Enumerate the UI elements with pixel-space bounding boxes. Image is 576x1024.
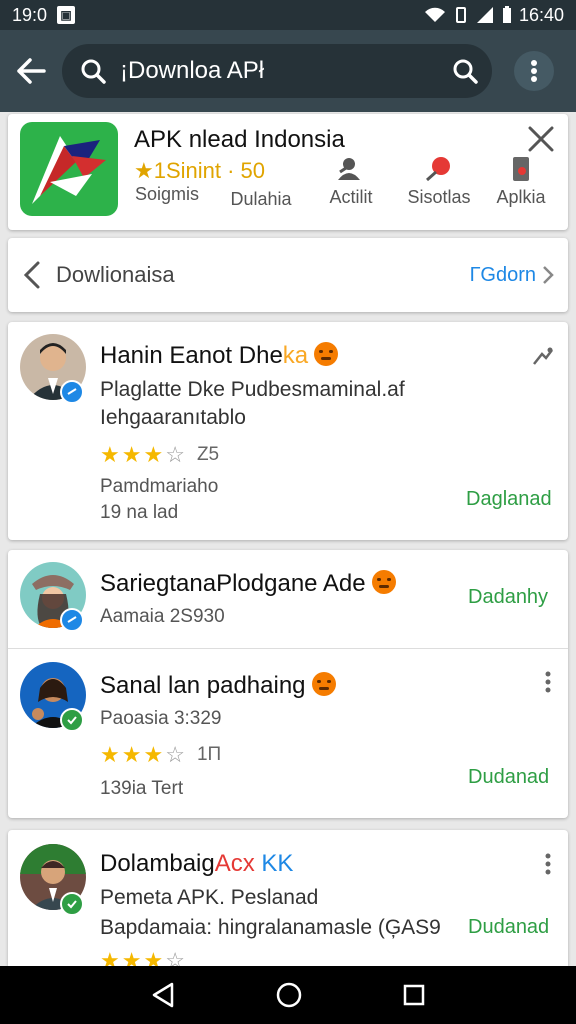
star-icon: ★ [143,948,164,966]
star-empty-icon: ☆ [165,742,185,767]
review-card[interactable]: DolambaigAcx KK Pemeta APK. Peslanad Bap… [8,830,568,966]
more-vert-icon[interactable] [536,670,560,694]
share-icon[interactable] [530,344,554,368]
stat-aplkia[interactable]: Aplkia [490,156,552,208]
angry-emoji-icon [371,570,396,594]
search-icon [81,59,106,84]
review-meta-1: Pamdmariaho [100,476,219,497]
check-badge-icon [60,892,84,916]
app-name: APK nlead Indonsia [134,126,345,153]
search-query-text[interactable]: ¡Downloa APł [120,57,452,85]
rating-value: 1П [196,744,222,765]
divider [8,648,568,649]
more-link-label: ГGdorn [469,263,536,286]
status-icons: 16:40 [423,5,564,26]
download-button[interactable]: Dadanhy [468,586,548,609]
app-header-card[interactable]: APK nlead Indonsia ★1Sinint · 50 Soigmis… [8,114,568,230]
star-icon: ★ [143,442,164,467]
reviewer-name: Hanin Eanot Dheka [100,342,339,370]
wifi-icon [424,7,445,22]
download-button[interactable]: Dudanad [468,916,549,939]
stat-label: Dulahia [230,189,292,209]
review-card[interactable]: SariegtanaPlodgane Ade Aamaia 2S930 Dada… [8,550,568,818]
check-badge-icon [60,708,84,732]
review-line-1: Pemeta APK. Peslanad [100,886,319,909]
star-rating: ★ ★ ★ ☆ 1П [100,742,221,768]
status-time: 19:0 [12,4,48,25]
more-apps-card[interactable]: Dowlionaisa ГGdorn [8,238,568,312]
vibrate-icon [455,7,466,23]
app-logo-icon [20,122,118,216]
stat-label: Aplkia [496,187,546,207]
signal-icon [476,7,493,23]
star-icon: ★ [121,742,142,767]
reviewer-name: Sanal lan padhaing [100,672,336,700]
star-icon: ★ [121,948,142,966]
download-button[interactable]: Daglanad [466,488,552,511]
phone-icon [513,157,529,181]
stat-label: Sisotlas [407,187,471,207]
reviewer-name: DolambaigAcx KK [100,850,294,877]
nav-back-icon[interactable] [150,981,176,1009]
pin-icon [426,157,450,182]
rating-value: Z5 [196,444,220,465]
star-empty-icon: ☆ [165,442,185,467]
back-arrow-icon [17,58,46,84]
review-meta-2: 19 na lad [100,502,179,523]
person-icon [338,158,360,180]
search-field[interactable]: ¡Downloa APł [62,44,492,98]
system-nav-bar [0,966,576,1024]
more-link[interactable]: ГGdorn [470,264,554,287]
star-icon: ★ [121,442,142,467]
more-vert-icon[interactable] [536,852,560,876]
review-sub: Paoasia 3:329 [100,708,222,729]
verified-icon [60,608,84,632]
star-rating: ★ ★ ★ ☆ [100,948,185,966]
battery-icon [502,6,511,23]
nav-recents-icon[interactable] [402,983,426,1007]
review-sub: Aamaia 2S930 [100,606,225,627]
review-line-2: Iehgaaranıtablo [100,406,246,429]
more-vert-icon [531,60,537,82]
shield-icon [261,156,262,182]
chevron-right-icon [543,266,554,284]
star-icon: ★ [100,742,120,767]
verified-icon [60,380,84,404]
angry-emoji-icon [314,342,339,366]
review-line-2: Bapdamaia: hingralanamasle (ĢAS9 [100,916,441,939]
app-stats: Soigmis Dulahia Actilit Sisotlas Aplkia [134,156,554,226]
back-button[interactable] [0,30,62,112]
star-icon: ★ [100,948,120,966]
review-line-1: Plaglatte Dke Pudbesmaminal.af [100,378,405,401]
stat-label: Actilit [329,187,373,207]
stat-label: Soigmis [134,184,200,204]
download-button[interactable]: Dudanad [468,766,549,789]
stat-soigmis[interactable]: Soigmis [134,184,200,205]
close-icon[interactable] [526,124,556,154]
stat-actilit[interactable]: Actilit [314,156,388,208]
star-empty-icon: ☆ [165,948,185,966]
review-card[interactable]: Hanin Eanot Dheka Plaglatte Dke Pudbesma… [8,322,568,540]
star-icon: ★ [143,742,164,767]
search-submit-icon[interactable] [452,58,478,84]
more-title: Dowlionaisa [56,262,175,287]
overflow-menu-button[interactable] [514,51,554,91]
stat-sisotlas[interactable]: Sisotlas [400,156,478,208]
status-right-time: 16:40 [518,4,564,25]
photo-notification-icon: ▣ [57,6,76,24]
star-rating: ★ ★ ★ ☆ Z5 [100,442,219,468]
stat-dulahia[interactable]: Dulahia [222,156,300,210]
star-icon: ★ [100,442,120,467]
status-bar: 19:0 ▣ 16:40 [0,0,576,30]
nav-home-icon[interactable] [275,981,303,1009]
search-app-bar: ¡Downloa APł [0,30,576,112]
angry-emoji-icon [311,672,336,696]
reviewer-name: SariegtanaPlodgane Ade [100,570,396,598]
chevron-left-icon[interactable] [22,260,42,290]
review-meta: 139ia Tert [100,778,184,799]
